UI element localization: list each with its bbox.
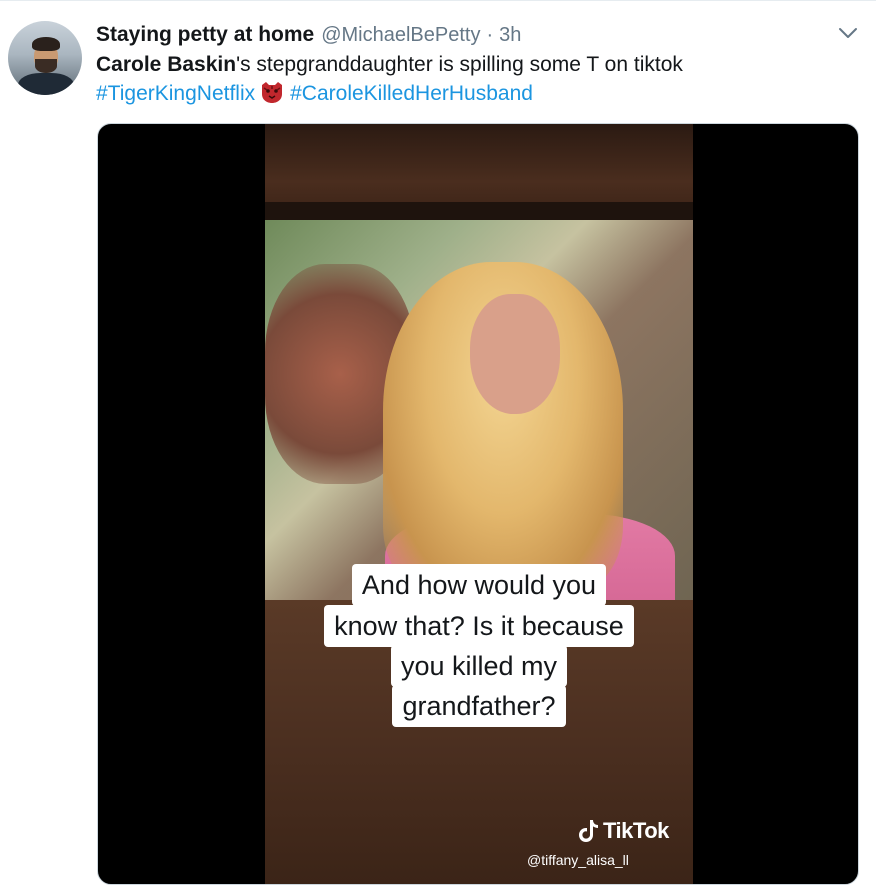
caption-line-2-row: know that? Is it because <box>265 605 693 647</box>
tweet[interactable]: Staying petty at home @MichaelBePetty · … <box>0 0 876 896</box>
person-face <box>470 294 560 414</box>
tiktok-brand-text: TikTok <box>603 818 669 843</box>
avatar-hair <box>32 37 60 51</box>
avatar-beard <box>35 59 57 73</box>
hashtag-tigerkingnetflix[interactable]: #TigerKingNetflix <box>96 82 255 105</box>
caption-line-4: grandfather? <box>392 685 566 727</box>
tweet-text-line-2: #TigerKingNetflix #CaroleKilledHerHusban… <box>96 80 533 108</box>
tweet-text-bold: Carole Baskin <box>96 53 237 76</box>
chevron-down-icon[interactable] <box>836 21 860 45</box>
caption-line-3: you killed my <box>390 645 568 687</box>
tweet-text-line-1: Carole Baskin's stepgranddaughter is spi… <box>96 51 683 79</box>
video-frame[interactable]: And how would you know that? Is it becau… <box>265 124 693 884</box>
tiktok-username: @tiffany_alisa_ll <box>527 852 629 868</box>
caption-line-3-row: you killed my <box>265 645 693 687</box>
avatar-body <box>18 73 74 95</box>
separator-dot: · <box>486 23 494 46</box>
caption-line-1-row: And how would you <box>265 564 693 606</box>
caption-line-4-row: grandfather? <box>265 685 693 727</box>
user-avatar[interactable] <box>8 21 82 95</box>
caption-line-1: And how would you <box>351 564 607 606</box>
media-video-player[interactable]: And how would you know that? Is it becau… <box>97 123 859 885</box>
user-handle[interactable]: @MichaelBePetty <box>321 24 480 47</box>
tiktok-note-icon <box>579 820 598 842</box>
caption-line-2: know that? Is it because <box>324 605 634 647</box>
tweet-timestamp[interactable]: 3h <box>499 24 521 47</box>
tv-bezel <box>265 202 693 220</box>
tweet-header: Staying petty at home @MichaelBePetty · … <box>96 21 521 49</box>
hashtag-carolekilledherhusband[interactable]: #CaroleKilledHerHusband <box>290 82 533 105</box>
tweet-text-rest: 's stepgranddaughter is spilling some T … <box>236 53 683 76</box>
tiger-face-emoji-icon <box>262 82 283 103</box>
display-name[interactable]: Staying petty at home <box>96 23 314 47</box>
tiktok-watermark: TikTok <box>577 816 687 846</box>
